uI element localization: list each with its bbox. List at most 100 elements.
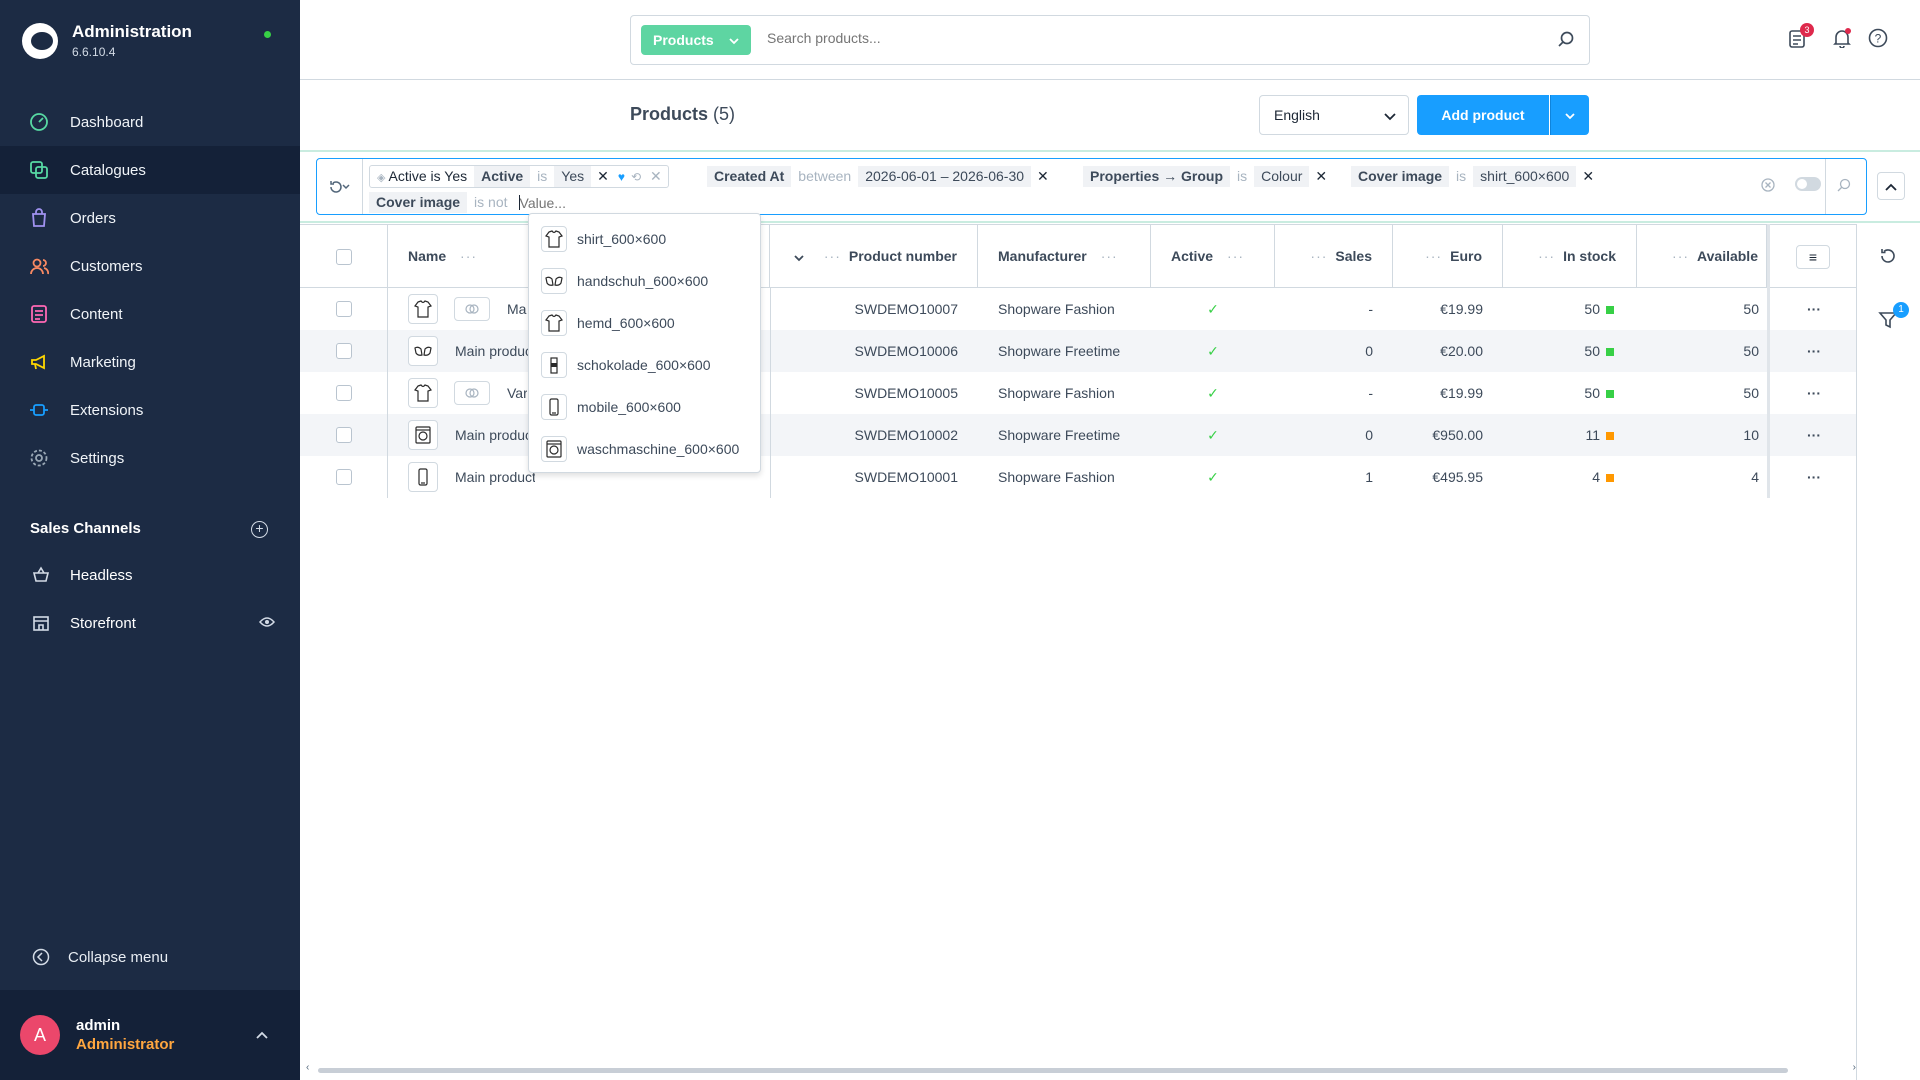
product-name-link[interactable]: Main product with variants [507,288,527,330]
variants-icon[interactable] [454,297,490,321]
column-header-sales[interactable]: ··· Sales [1275,225,1393,287]
row-actions-button[interactable]: ··· [1800,330,1828,372]
row-checkbox[interactable] [336,385,352,401]
search-icon[interactable] [1837,178,1851,195]
bell-icon[interactable] [1832,28,1852,51]
remove-filter-icon[interactable]: ✕ [1576,168,1600,185]
sidebar-item-dashboard[interactable]: Dashboard [0,98,300,146]
sidebar-item-content[interactable]: Content [0,290,300,338]
chevron-down-icon [729,25,739,55]
filter-chip-cover-image-not[interactable]: Cover image is not [369,191,600,214]
product-name-link[interactable]: Main product with reviews [455,414,535,456]
stock: 4 [1592,469,1600,485]
filter-field: Active [474,166,531,187]
filter-chip-created-at[interactable]: Created At between 2026-06-01 – 2026-06-… [707,165,1055,188]
avatar[interactable]: A [20,1015,60,1055]
column-header-euro[interactable]: ··· Euro [1393,225,1503,287]
stock-status-dot [1606,414,1618,456]
help-icon[interactable]: ? [1868,28,1888,51]
row-actions-button[interactable]: ··· [1800,456,1828,498]
sales-channel-storefront[interactable]: Storefront [30,611,275,635]
sidebar-item-label: Marketing [70,353,136,371]
dropdown-option[interactable]: shirt_600×600 [529,218,762,260]
scrollbar-thumb[interactable] [318,1068,1788,1073]
search-type-select[interactable]: Products [641,25,751,55]
dropdown-option[interactable]: waschmaschine_600×600 [529,428,762,470]
sales-count: 1 [1365,469,1373,485]
dropdown-option[interactable]: mobile_600×600 [529,386,762,428]
activity-icon[interactable]: 3 [1788,23,1814,51]
add-product-options-button[interactable] [1550,95,1589,135]
sidebar-item-customers[interactable]: Customers [0,242,300,290]
horizontal-scrollbar[interactable]: ‹ › [306,1062,1856,1074]
available-stock: 50 [1743,301,1759,317]
heart-icon[interactable]: ♥ [615,170,628,184]
dropdown-option[interactable]: schokolade_600×600 [529,344,762,386]
remove-filter-icon[interactable]: ✕ [591,168,615,185]
product-number: SWDEMO10005 [854,385,958,401]
sales-channel-headless[interactable]: Headless [30,563,275,587]
column-header-label: Product number [848,248,957,264]
price: €19.99 [1440,301,1483,317]
sidebar-item-settings[interactable]: Settings [0,434,300,482]
column-header-label: Sales [1335,248,1372,264]
search-icon[interactable] [1557,30,1575,51]
saved-filters-button[interactable] [317,159,363,214]
filter-chip-properties-group[interactable]: Properties → Group is Colour ✕ [1083,165,1334,188]
collapse-filter-button[interactable] [1877,172,1905,200]
stock-status-dot [1606,372,1618,414]
row-checkbox[interactable] [336,469,352,485]
search-input[interactable] [767,30,1547,46]
price: €19.99 [1440,385,1483,401]
chevron-right-icon[interactable]: › [1853,1062,1856,1073]
active-check-icon: ✓ [1207,469,1219,485]
column-header-product-number[interactable]: ··· Product number [770,225,978,287]
row-checkbox[interactable] [336,427,352,443]
sidebar-item-catalogues[interactable]: Catalogues [0,146,300,194]
column-header-active[interactable]: Active ··· [1151,225,1275,287]
variants-icon[interactable] [454,381,490,405]
sidebar-item-extensions[interactable]: Extensions [0,386,300,434]
row-actions-button[interactable]: ··· [1800,414,1828,456]
clear-all-filters-icon[interactable] [1761,178,1775,195]
sidebar-item-orders[interactable]: Orders [0,194,300,242]
language-switch[interactable]: English [1259,95,1409,135]
brand[interactable]: Administration 6.6.10.4 [22,22,192,59]
product-name-link[interactable]: Main product [455,456,535,498]
filter-chip-cover-image[interactable]: Cover image is shirt_600×600 ✕ [1351,165,1601,188]
column-header-available[interactable]: ··· Available [1637,225,1767,287]
refresh-icon[interactable]: ⟲ [628,170,644,184]
price: €495.95 [1432,469,1483,485]
sidebar-item-marketing[interactable]: Marketing [0,338,300,386]
row-actions-button[interactable]: ··· [1800,288,1828,330]
cover-image-options-dropdown: shirt_600×600 handschuh_600×600 hemd_600… [528,213,761,473]
collapse-menu-button[interactable]: Collapse menu [30,946,168,968]
column-header-label: Available [1697,248,1758,264]
mobile-icon [541,394,567,420]
row-checkbox[interactable] [336,343,352,359]
column-header-in-stock[interactable]: ··· In stock [1503,225,1637,287]
sales-channel-label: Headless [70,566,133,584]
filter-chip-active[interactable]: ◈ Active is Yes Active is Yes ✕ ♥ ⟲ ✕ [369,165,669,188]
chevron-up-icon[interactable] [256,1026,268,1042]
product-number: SWDEMO10007 [854,301,958,317]
remove-filter-icon[interactable]: ✕ [1031,168,1055,185]
clear-saved-filter-icon[interactable]: ✕ [644,168,668,185]
grid-settings-button[interactable]: ≡ [1796,245,1830,269]
row-checkbox[interactable] [336,301,352,317]
product-name-link[interactable]: Main product with properties [455,330,535,372]
column-header-manufacturer[interactable]: Manufacturer ··· [978,225,1151,287]
product-name-link[interactable]: Variant product [507,372,527,414]
add-sales-channel-icon[interactable]: + [251,521,268,538]
product-number: SWDEMO10002 [854,427,958,443]
remove-filter-icon[interactable]: ✕ [1309,168,1333,185]
eye-icon[interactable] [259,615,275,632]
dropdown-option[interactable]: hemd_600×600 [529,302,762,344]
dropdown-option[interactable]: handschuh_600×600 [529,260,762,302]
chevron-left-icon[interactable]: ‹ [306,1062,309,1073]
refresh-icon[interactable] [1878,246,1898,269]
filter-toggle[interactable] [1795,177,1821,191]
add-product-button[interactable]: Add product [1417,95,1549,135]
row-actions-button[interactable]: ··· [1800,372,1828,414]
filter-value-input[interactable] [519,194,600,211]
